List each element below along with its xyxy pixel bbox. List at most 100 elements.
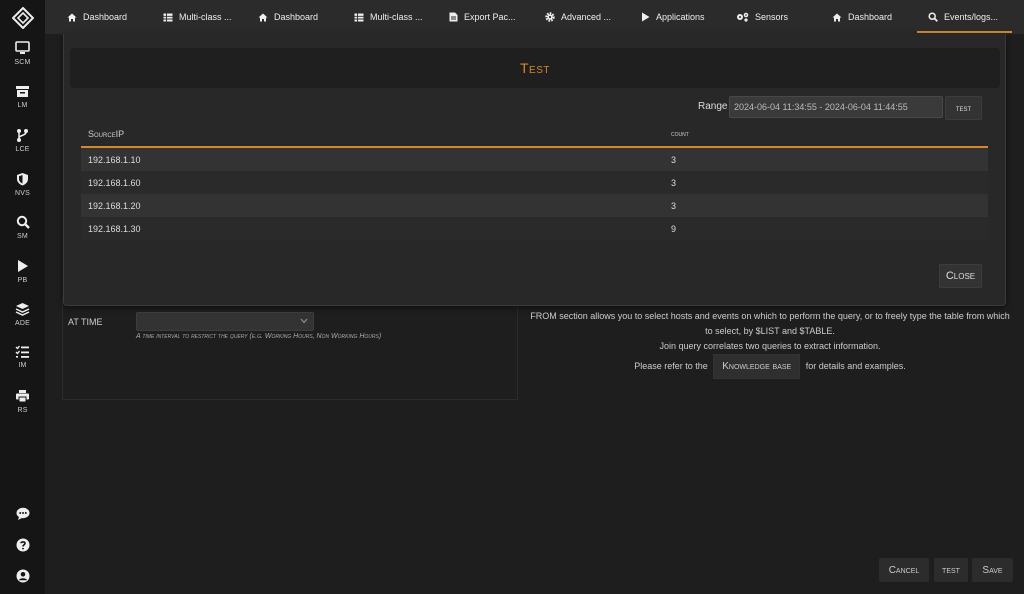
- tab-applications[interactable]: Applications: [641, 0, 705, 34]
- cell-count: 3: [671, 155, 677, 165]
- tab-events-logs[interactable]: Events/logs...: [917, 0, 1012, 34]
- knowledge-base-line: Please refer to the Knowledge base for d…: [528, 354, 1012, 379]
- tab-export-pac[interactable]: Export Pac...: [449, 0, 516, 34]
- at-time-help-text: A time interval to restrict the query (e…: [136, 333, 382, 340]
- gears-icon: [737, 12, 749, 22]
- range-label: Range: [698, 101, 728, 112]
- range-input[interactable]: 2024-06-04 11:34:55 - 2024-06-04 11:44:5…: [729, 96, 943, 118]
- tab-label: Multi-class ...: [179, 12, 232, 22]
- sidebar-item-nvs[interactable]: NVS: [0, 172, 45, 197]
- monitor-icon: [15, 41, 30, 54]
- tab-multi-class-2[interactable]: Multi-class ...: [354, 0, 423, 34]
- home-icon: [832, 13, 842, 21]
- table-icon: [354, 13, 364, 21]
- cell-count: 3: [671, 201, 677, 211]
- search-icon: [16, 215, 30, 229]
- sidebar-item-label: LCE: [15, 146, 30, 153]
- shield-icon: [17, 173, 28, 186]
- sidebar-item-label: ADE: [15, 320, 30, 327]
- cell-source-ip: 192.168.1.30: [88, 224, 141, 234]
- home-icon: [258, 13, 268, 21]
- sidebar-item-ade[interactable]: ADE: [0, 302, 45, 327]
- sidebar-item-label: RS: [17, 407, 28, 414]
- tab-label: Sensors: [755, 12, 789, 22]
- sidebar-item-label: IM: [18, 362, 27, 369]
- test-button[interactable]: test: [934, 558, 968, 582]
- cancel-button[interactable]: Cancel: [879, 558, 929, 582]
- info-text-join: Join query correlates two queries to ext…: [659, 341, 881, 351]
- sidebar-item-scm[interactable]: SCM: [0, 41, 45, 66]
- tab-sensors[interactable]: Sensors: [736, 0, 788, 34]
- help-button[interactable]: [0, 538, 45, 552]
- list-icon: [15, 345, 29, 358]
- tab-dashboard-2[interactable]: Dashboard: [258, 0, 318, 34]
- tab-bar: Dashboard Multi-class ... Dashboard Mult…: [45, 0, 1024, 34]
- table-header: SourceIP count: [81, 122, 988, 148]
- tab-label: Export Pac...: [464, 12, 516, 22]
- help-icon: [16, 538, 29, 552]
- modal-title: Test: [70, 48, 1000, 88]
- sidebar: SCM LM LCE NVS SM PB ADE IM RS: [0, 0, 45, 594]
- save-button[interactable]: Save: [972, 558, 1013, 582]
- column-header-sourceip[interactable]: SourceIP: [88, 129, 124, 139]
- sidebar-item-label: NVS: [15, 190, 30, 197]
- column-header-count[interactable]: count: [671, 131, 689, 138]
- sidebar-item-lm[interactable]: LM: [0, 85, 45, 109]
- table-icon: [163, 13, 173, 21]
- chat-button[interactable]: [0, 507, 45, 520]
- tab-label: Applications: [656, 12, 705, 22]
- sidebar-item-label: LM: [17, 102, 28, 109]
- tab-label: Events/logs...: [944, 12, 999, 22]
- printer-icon: [16, 390, 29, 403]
- tab-label: Dashboard: [274, 12, 319, 22]
- cell-count: 9: [671, 224, 677, 234]
- home-icon: [67, 13, 77, 21]
- tab-dashboard-3[interactable]: Dashboard: [832, 0, 892, 34]
- layers-icon: [15, 303, 30, 316]
- at-time-label: AT TIME: [68, 317, 103, 327]
- sidebar-item-sm[interactable]: SM: [0, 215, 45, 240]
- tab-label: Multi-class ...: [370, 12, 423, 22]
- app-logo-icon[interactable]: [12, 7, 34, 29]
- cell-source-ip: 192.168.1.60: [88, 178, 141, 188]
- tab-dashboard-1[interactable]: Dashboard: [67, 0, 127, 34]
- chat-icon: [16, 507, 29, 520]
- table-body: 192.168.1.10 3 192.168.1.60 3 192.168.1.…: [81, 148, 988, 240]
- sidebar-item-im[interactable]: IM: [0, 345, 45, 369]
- table-row[interactable]: 192.168.1.30 9: [81, 217, 988, 240]
- user-button[interactable]: [0, 569, 45, 583]
- tab-label: Dashboard: [848, 12, 893, 22]
- chevron-down-icon: [300, 318, 308, 324]
- sidebar-item-pb[interactable]: PB: [0, 259, 45, 284]
- tab-advanced[interactable]: Advanced ...: [545, 0, 611, 34]
- tab-label: Advanced ...: [561, 12, 612, 22]
- user-icon: [16, 569, 29, 583]
- sidebar-item-label: SCM: [14, 59, 31, 66]
- sidebar-item-label: PB: [17, 277, 28, 284]
- table-row[interactable]: 192.168.1.20 3: [81, 194, 988, 217]
- info-text: FROM section allows you to select hosts …: [528, 309, 1012, 354]
- tab-multi-class-1[interactable]: Multi-class ...: [163, 0, 232, 34]
- table-row[interactable]: 192.168.1.60 3: [81, 171, 988, 194]
- modal-test-button[interactable]: test: [945, 96, 982, 120]
- play-icon: [642, 12, 650, 22]
- kb-suffix-text: for details and examples.: [805, 361, 906, 371]
- search-icon: [928, 12, 938, 22]
- sidebar-item-rs[interactable]: RS: [0, 389, 45, 414]
- cell-count: 3: [671, 178, 677, 188]
- cell-source-ip: 192.168.1.20: [88, 201, 141, 211]
- play-icon: [18, 260, 28, 272]
- info-text-from: FROM section allows you to select hosts …: [530, 311, 1010, 336]
- results-table: SourceIP count 192.168.1.10 3 192.168.1.…: [81, 122, 988, 240]
- tab-label: Dashboard: [83, 12, 128, 22]
- file-icon: [449, 12, 458, 22]
- table-row[interactable]: 192.168.1.10 3: [81, 148, 988, 171]
- kb-prefix-text: Please refer to the: [634, 361, 708, 371]
- knowledge-base-button[interactable]: Knowledge base: [713, 354, 801, 379]
- gear-icon: [545, 12, 555, 22]
- sidebar-item-lce[interactable]: LCE: [0, 128, 45, 153]
- at-time-select[interactable]: [136, 312, 314, 331]
- sidebar-item-label: SM: [17, 233, 28, 240]
- cell-source-ip: 192.168.1.10: [88, 155, 141, 165]
- close-button[interactable]: Close: [939, 264, 982, 288]
